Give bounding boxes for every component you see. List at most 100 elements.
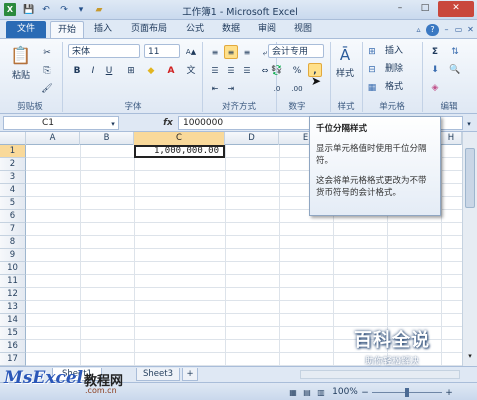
copy-icon[interactable]: ⎘	[40, 63, 54, 77]
tab-view[interactable]: 视图	[288, 21, 318, 38]
row-header[interactable]: 13	[0, 301, 26, 314]
row-header[interactable]: 12	[0, 288, 26, 301]
grow-font-icon[interactable]: A▲	[184, 44, 198, 58]
bold-button[interactable]: B	[70, 63, 84, 77]
page-layout-view-icon[interactable]: ▤	[301, 385, 313, 399]
increase-decimal-icon[interactable]: .0	[270, 81, 284, 95]
scroll-down-icon[interactable]: ▾	[465, 352, 475, 364]
column-header[interactable]: A	[26, 132, 80, 145]
zoom-slider-thumb[interactable]	[405, 388, 409, 397]
phonetic-icon[interactable]: 文	[184, 63, 198, 77]
scroll-thumb[interactable]	[465, 148, 475, 208]
insert-function-icon[interactable]: fx	[160, 116, 176, 130]
fill-color-icon[interactable]: ◆	[144, 63, 158, 77]
align-bottom-icon[interactable]: ≡	[240, 45, 254, 59]
close-button[interactable]: ✕	[438, 1, 474, 17]
row-header[interactable]: 6	[0, 210, 26, 223]
excel-app-icon[interactable]: X	[4, 3, 16, 16]
name-box-dropdown-icon[interactable]: ▾	[108, 116, 118, 130]
row-header[interactable]: 5	[0, 197, 26, 210]
minimize-button[interactable]: –	[388, 1, 412, 17]
tab-review[interactable]: 审阅	[252, 21, 282, 38]
row-header[interactable]: 14	[0, 314, 26, 327]
row-header[interactable]: 16	[0, 340, 26, 353]
tab-page-layout[interactable]: 页面布局	[124, 21, 174, 38]
align-middle-icon[interactable]: ≡	[224, 45, 238, 59]
column-header[interactable]: H	[441, 132, 462, 145]
maximize-button[interactable]: □	[413, 1, 437, 17]
normal-view-icon[interactable]: ▦	[287, 385, 299, 399]
clear-icon[interactable]: ◈	[428, 80, 442, 94]
row-header[interactable]: 15	[0, 327, 26, 340]
tab-formulas[interactable]: 公式	[180, 21, 210, 38]
tab-home[interactable]: 开始	[50, 21, 84, 38]
insert-cells-button[interactable]: 插入	[378, 44, 410, 58]
underline-button[interactable]: U	[102, 63, 116, 77]
font-name-select[interactable]: 宋体	[68, 44, 140, 58]
font-color-icon[interactable]: A	[164, 63, 178, 77]
sort-filter-icon[interactable]: ⇅	[448, 44, 462, 58]
autosum-icon[interactable]: Σ	[428, 44, 442, 58]
row-header[interactable]: 3	[0, 171, 26, 184]
name-box[interactable]: C1	[3, 116, 119, 130]
styles-icon[interactable]: Ā	[334, 43, 356, 65]
select-all-corner[interactable]	[0, 132, 26, 145]
vertical-scrollbar[interactable]: ▾	[462, 132, 477, 366]
cut-icon[interactable]: ✂	[40, 45, 54, 59]
row-header[interactable]: 1	[0, 145, 26, 158]
help-icon[interactable]: ?	[426, 24, 439, 36]
zoom-level[interactable]: 100%	[332, 385, 358, 399]
column-header[interactable]: D	[225, 132, 279, 145]
workbook-close-icon[interactable]: ✕	[464, 24, 477, 36]
insert-cells-icon[interactable]: ⊞	[366, 44, 378, 58]
row-header[interactable]: 4	[0, 184, 26, 197]
qat-customize-icon[interactable]: ▾	[76, 3, 86, 16]
undo-icon[interactable]: ↶	[40, 3, 52, 16]
row-header[interactable]: 7	[0, 223, 26, 236]
increase-indent-icon[interactable]: ⇥	[224, 81, 238, 95]
styles-button[interactable]: 样式	[332, 67, 358, 81]
new-sheet-icon[interactable]: +	[182, 368, 198, 381]
align-top-icon[interactable]: ≡	[208, 45, 222, 59]
fill-icon[interactable]: ⬇	[428, 62, 442, 76]
column-header-selected[interactable]: C	[134, 132, 225, 145]
find-select-icon[interactable]: 🔍	[448, 62, 462, 76]
paste-icon[interactable]: 📋	[8, 42, 34, 68]
save-icon[interactable]: 💾	[22, 3, 36, 16]
format-cells-icon[interactable]: ▦	[366, 80, 378, 94]
align-right-icon[interactable]: ☰	[240, 63, 254, 77]
align-center-icon[interactable]: ☰	[224, 63, 238, 77]
row-header[interactable]: 10	[0, 262, 26, 275]
delete-cells-button[interactable]: 删除	[378, 62, 410, 76]
active-cell-c1[interactable]: 1,000,000.00	[134, 145, 225, 158]
percent-style-button[interactable]: %	[290, 63, 304, 77]
row-header[interactable]: 11	[0, 275, 26, 288]
row-header[interactable]: 8	[0, 236, 26, 249]
font-size-select[interactable]: 11	[144, 44, 180, 58]
number-format-select[interactable]: 会计专用	[268, 44, 324, 58]
zoom-in-button[interactable]: +	[444, 385, 454, 399]
decrease-decimal-icon[interactable]: .00	[290, 81, 304, 95]
format-cells-button[interactable]: 格式	[378, 80, 410, 94]
row-header[interactable]: 2	[0, 158, 26, 171]
zoom-out-button[interactable]: −	[360, 385, 370, 399]
tab-file[interactable]: 文件	[6, 21, 46, 38]
redo-icon[interactable]: ↷	[58, 3, 70, 16]
column-header[interactable]: B	[80, 132, 134, 145]
align-left-icon[interactable]: ☰	[208, 63, 222, 77]
minimize-ribbon-icon[interactable]: ▵	[412, 24, 425, 36]
accounting-format-icon[interactable]: 💱	[270, 63, 284, 77]
tab-data[interactable]: 数据	[216, 21, 246, 38]
format-painter-icon[interactable]: 🖌	[40, 81, 54, 95]
row-header[interactable]: 9	[0, 249, 26, 262]
open-folder-icon[interactable]: ▰	[92, 3, 106, 16]
decrease-indent-icon[interactable]: ⇤	[208, 81, 222, 95]
expand-formula-bar-icon[interactable]: ▾	[464, 116, 474, 130]
italic-button[interactable]: I	[86, 63, 100, 77]
row-header[interactable]: 17	[0, 353, 26, 366]
tab-insert[interactable]: 插入	[88, 21, 118, 38]
page-break-view-icon[interactable]: ▥	[315, 385, 327, 399]
sheet-tab-sheet3[interactable]: Sheet3	[136, 368, 180, 381]
delete-cells-icon[interactable]: ⊟	[366, 62, 378, 76]
border-icon[interactable]: ⊞	[124, 63, 138, 77]
